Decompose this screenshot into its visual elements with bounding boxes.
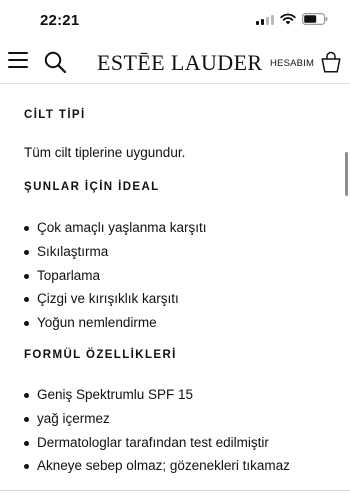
wifi-icon (280, 13, 296, 25)
bag-icon[interactable] (321, 51, 341, 73)
status-icons (256, 13, 328, 25)
battery-icon (302, 13, 328, 25)
formula-heading: FORMÜL ÖZELLİKLERİ (24, 349, 177, 361)
status-bar: 22:21 (0, 0, 350, 40)
ideal-for-list: Çok amaçlı yaşlanma karşıtı Sıkılaştırma… (24, 216, 207, 335)
brand-logo[interactable]: ESTĒE LAUDER (97, 50, 263, 76)
list-item: Geniş Spektrumlu SPF 15 (24, 383, 290, 407)
account-link[interactable]: HESABIM (270, 58, 314, 69)
list-item: Toparlama (24, 264, 207, 288)
list-item: Yoğun nemlendirme (24, 311, 207, 335)
list-item: yağ içermez (24, 407, 290, 431)
formula-list: Geniş Spektrumlu SPF 15 yağ içermez Derm… (24, 383, 290, 478)
list-item: Çok amaçlı yaşlanma karşıtı (24, 216, 207, 240)
list-item: Sıkılaştırma (24, 240, 207, 264)
list-item: Akneye sebep olmaz; gözenekleri tıkamaz (24, 454, 290, 478)
scrollbar[interactable] (345, 152, 348, 196)
list-item: Çizgi ve kırışıklık karşıtı (24, 287, 207, 311)
list-item: Dermatologlar tarafından test edilmiştir (24, 431, 290, 455)
cellular-signal-icon (256, 14, 274, 25)
search-icon[interactable] (43, 50, 67, 74)
site-header: ESTĒE LAUDER HESABIM (0, 40, 350, 84)
skin-type-text: Tüm cilt tiplerine uygundur. (24, 145, 186, 160)
status-time: 22:21 (40, 12, 80, 29)
bottom-edge (0, 490, 350, 496)
skin-type-heading: CİLT TİPİ (24, 109, 86, 121)
ideal-for-heading: ŞUNLAR İÇİN İDEAL (24, 181, 160, 193)
menu-icon[interactable] (8, 52, 28, 68)
